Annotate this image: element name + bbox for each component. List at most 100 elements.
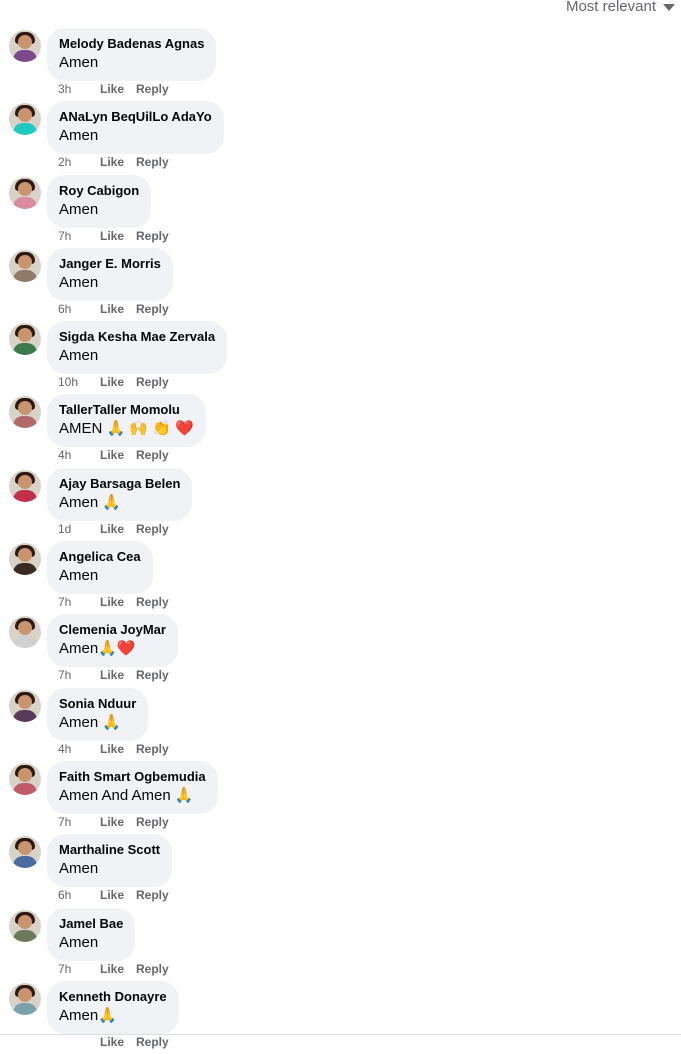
caret-down-icon (663, 3, 675, 11)
comment-time[interactable]: 6h (58, 888, 86, 902)
reply-button[interactable]: Reply (136, 375, 169, 389)
comment-bubble: TallerTaller Momolu AMEN 🙏 🙌 👏 ❤️ (47, 394, 206, 448)
like-button[interactable]: Like (100, 302, 124, 316)
comment-bubble: Angelica Cea Amen (47, 541, 153, 595)
comment-text: AMEN 🙏 🙌 👏 ❤️ (59, 420, 194, 438)
comment-time[interactable]: 3h (58, 82, 86, 96)
avatar[interactable] (9, 909, 41, 942)
comment-bubble: Melody Badenas Agnas Amen (47, 28, 217, 81)
commenter-name[interactable]: TallerTaller Momolu (59, 402, 194, 418)
like-button[interactable]: Like (100, 962, 124, 976)
commenter-name[interactable]: Janger E. Morris (59, 256, 161, 272)
avatar[interactable] (9, 103, 41, 136)
like-button[interactable]: Like (100, 888, 124, 902)
comment-text: Amen And Amen 🙏 (59, 786, 194, 804)
comment-item: ANaLyn BeqUilLo AdaYo Amen 2h Like Reply (0, 101, 681, 174)
commenter-name[interactable]: Clemenia JoyMar (59, 622, 166, 638)
comment-text: Amen (59, 127, 99, 145)
avatar[interactable] (9, 689, 41, 722)
like-button[interactable]: Like (100, 522, 124, 536)
sort-label: Most relevant (565, 0, 656, 15)
reply-button[interactable]: Reply (136, 742, 169, 756)
avatar[interactable] (9, 323, 41, 356)
like-button[interactable]: Like (100, 595, 124, 609)
divider (0, 1034, 681, 1035)
reply-button[interactable]: Reply (136, 155, 169, 169)
commenter-name[interactable]: Ajay Barsaga Belen (59, 476, 180, 492)
comment-time[interactable]: 2h (58, 155, 86, 169)
reply-button[interactable]: Reply (136, 82, 169, 96)
like-button[interactable]: Like (100, 742, 124, 756)
reply-button[interactable]: Reply (136, 815, 169, 829)
reply-button[interactable]: Reply (136, 595, 169, 609)
comment-time[interactable]: 7h (58, 595, 86, 609)
commenter-name[interactable]: Melody Badenas Agnas (59, 36, 204, 52)
reply-button[interactable]: Reply (136, 888, 169, 902)
comment-bubble: Clemenia JoyMar Amen🙏❤️ (47, 614, 178, 668)
like-button[interactable]: Like (100, 668, 124, 682)
comment-bubble: Ajay Barsaga Belen Amen 🙏 (47, 467, 193, 521)
comment-meta: 7h Like Reply (58, 668, 169, 682)
avatar[interactable] (9, 249, 41, 282)
commenter-name[interactable]: Sigda Kesha Mae Zervala (59, 329, 215, 345)
comment-time[interactable]: 4h (58, 448, 86, 462)
avatar[interactable] (9, 396, 41, 429)
comment-meta: 7h Like Reply (58, 229, 169, 243)
commenter-name[interactable]: Kenneth Donayre (59, 989, 167, 1005)
like-button[interactable]: Like (100, 82, 124, 96)
reply-button[interactable]: Reply (136, 448, 169, 462)
comment-meta: 7h Like Reply (58, 815, 169, 829)
avatar[interactable] (9, 836, 41, 869)
comment-time[interactable]: 7h (58, 962, 86, 976)
comment-meta: 7h Like Reply (58, 595, 169, 609)
comment-item: Sigda Kesha Mae Zervala Amen 10h Like Reply (0, 321, 681, 394)
sort-dropdown[interactable]: Most relevant (566, 0, 675, 16)
comment-time[interactable]: 6h (58, 302, 86, 316)
avatar[interactable] (9, 762, 41, 795)
comment-bubble: Sonia Nduur Amen 🙏 (47, 687, 149, 741)
commenter-name[interactable]: Angelica Cea (59, 549, 141, 565)
commenter-name[interactable]: Faith Smart Ogbemudia (59, 769, 206, 785)
like-button[interactable]: Like (100, 229, 124, 243)
avatar[interactable] (9, 616, 41, 649)
avatar[interactable] (9, 543, 41, 576)
reply-button[interactable]: Reply (136, 522, 169, 536)
comment-item: Roy Cabigon Amen 7h Like Reply (0, 174, 681, 248)
comment-item: Clemenia JoyMar Amen🙏❤️ 7h Like Reply (0, 614, 681, 687)
like-button[interactable]: Like (100, 815, 124, 829)
commenter-name[interactable]: Roy Cabigon (59, 183, 139, 199)
comment-time[interactable]: 7h (58, 668, 86, 682)
like-button[interactable]: Like (100, 155, 124, 169)
comment-bubble: Jamel Bae Amen (47, 907, 136, 961)
comment-time[interactable]: 10h (58, 375, 86, 389)
comment-meta: 6h Like Reply (58, 302, 169, 316)
comment-meta: 4h Like Reply (58, 742, 169, 756)
reply-button[interactable]: Reply (136, 229, 169, 243)
comment-time[interactable]: 1d (58, 522, 86, 536)
reply-button[interactable]: Reply (136, 962, 169, 976)
comment-text: Amen 🙏 (59, 493, 122, 511)
commenter-name[interactable]: Sonia Nduur (59, 696, 136, 712)
avatar[interactable] (9, 469, 41, 502)
avatar[interactable] (9, 30, 41, 62)
comment-item: Jamel Bae Amen 7h Like Reply (0, 907, 681, 981)
comment-meta: 1d Like Reply (58, 522, 169, 536)
avatar[interactable] (9, 982, 41, 1015)
comment-time[interactable]: 4h (58, 742, 86, 756)
comment-item: Faith Smart Ogbemudia Amen And Amen 🙏 7h Li… (0, 760, 681, 834)
comment-text: Amen 🙏 (59, 713, 122, 731)
commenter-name[interactable]: Jamel Bae (59, 916, 123, 932)
like-button[interactable]: Like (100, 375, 124, 389)
comment-text: Amen (59, 200, 99, 218)
comment-time[interactable]: 7h (58, 815, 86, 829)
commenter-name[interactable]: Marthaline Scott (59, 842, 160, 858)
reply-button[interactable]: Reply (136, 668, 169, 682)
comment-item: TallerTaller Momolu AMEN 🙏 🙌 👏 ❤️ 4h Like Re… (0, 394, 681, 467)
avatar[interactable] (9, 176, 41, 209)
comment-meta: 6h Like Reply (58, 888, 169, 902)
commenter-name[interactable]: ANaLyn BeqUilLo AdaYo (59, 109, 212, 125)
like-button[interactable]: Like (100, 448, 124, 462)
comment-text: Amen🙏 (59, 1006, 117, 1024)
reply-button[interactable]: Reply (136, 302, 169, 316)
comment-time[interactable]: 7h (58, 229, 86, 243)
